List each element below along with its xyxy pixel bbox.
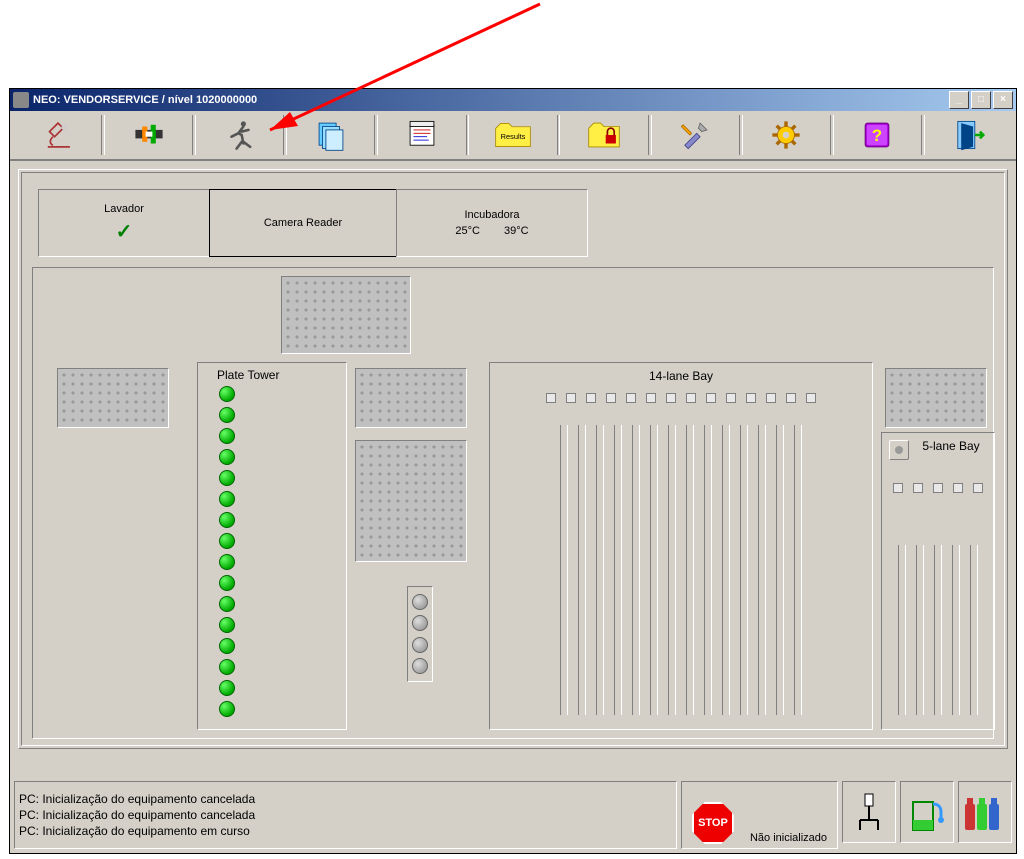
plate-slot-right[interactable]	[885, 368, 987, 428]
microscope-button[interactable]	[16, 114, 99, 156]
svg-text:?: ?	[872, 126, 882, 145]
plate-tower-leds	[219, 386, 235, 717]
incubator-module[interactable]: Incubadora 25°C 39°C	[396, 189, 588, 257]
exit-button[interactable]	[927, 114, 1010, 156]
close-button[interactable]: ×	[993, 91, 1013, 109]
log-line: PC: Inicialização do equipamento cancela…	[19, 792, 672, 806]
liquid-system-button[interactable]	[842, 781, 896, 843]
incubator-label: Incubadora	[464, 209, 519, 221]
reagent-stack[interactable]	[407, 586, 433, 682]
svg-text:Results: Results	[501, 132, 526, 141]
washer-label: Lavador	[104, 203, 144, 215]
washer-module[interactable]: Lavador ✓	[38, 189, 210, 257]
log-line: PC: Inicialização do equipamento cancela…	[19, 808, 672, 822]
bay14-label: 14-lane Bay	[490, 369, 872, 383]
plate-slot-top[interactable]	[281, 276, 411, 354]
plate-tower-label: Plate Tower	[217, 368, 279, 382]
check-icon: ✓	[116, 219, 133, 244]
app-window: NEO: VENDORSERVICE / nível 1020000000 _ …	[9, 88, 1017, 854]
stop-button[interactable]: STOP	[688, 798, 738, 848]
reagent-bottles-button[interactable]	[958, 781, 1012, 843]
message-log: PC: Inicialização do equipamento cancela…	[14, 781, 677, 849]
camera-label: Camera Reader	[264, 217, 342, 229]
deck-layout: Plate Tower 14-lane Bay	[32, 267, 994, 739]
pipette-arm-button[interactable]	[107, 114, 190, 156]
camera-reader-module[interactable]: Camera Reader	[209, 189, 397, 257]
bay5-label: 5-lane Bay	[908, 439, 994, 453]
bay-14-lane[interactable]: 14-lane Bay	[489, 362, 873, 730]
module-status-row: Lavador ✓ Camera Reader Incubadora 25°C …	[28, 179, 998, 267]
maximize-button[interactable]: □	[971, 91, 991, 109]
plate-slot-mid-2[interactable]	[355, 440, 467, 562]
settings-gear-button[interactable]	[745, 114, 828, 156]
bay5-eject-button[interactable]	[889, 440, 909, 460]
status-bar: PC: Inicialização do equipamento cancela…	[10, 781, 1016, 853]
waste-container-button[interactable]	[900, 781, 954, 843]
incubator-temp-2: 39°C	[504, 225, 529, 237]
window-title: NEO: VENDORSERVICE / nível 1020000000	[33, 94, 257, 106]
worklist-button[interactable]	[380, 114, 463, 156]
documents-button[interactable]	[289, 114, 372, 156]
running-man-button[interactable]	[198, 114, 281, 156]
log-line: PC: Inicialização do equipamento em curs…	[19, 824, 672, 838]
incubator-temp-1: 25°C	[455, 225, 480, 237]
plate-slot-mid-1[interactable]	[355, 368, 467, 428]
tools-button[interactable]	[654, 114, 737, 156]
bay-5-lane[interactable]: 5-lane Bay	[881, 432, 995, 730]
results-button[interactable]: Results	[471, 114, 554, 156]
title-bar[interactable]: NEO: VENDORSERVICE / nível 1020000000 _ …	[10, 89, 1016, 111]
minimize-button[interactable]: _	[949, 91, 969, 109]
secure-folder-button[interactable]	[562, 114, 645, 156]
plate-slot-left[interactable]	[57, 368, 169, 428]
main-toolbar: Results ?	[10, 111, 1016, 161]
init-state-label: Não inicializado	[750, 832, 827, 844]
app-icon	[13, 92, 29, 108]
help-button[interactable]: ?	[836, 114, 919, 156]
stop-icon: STOP	[692, 802, 734, 844]
